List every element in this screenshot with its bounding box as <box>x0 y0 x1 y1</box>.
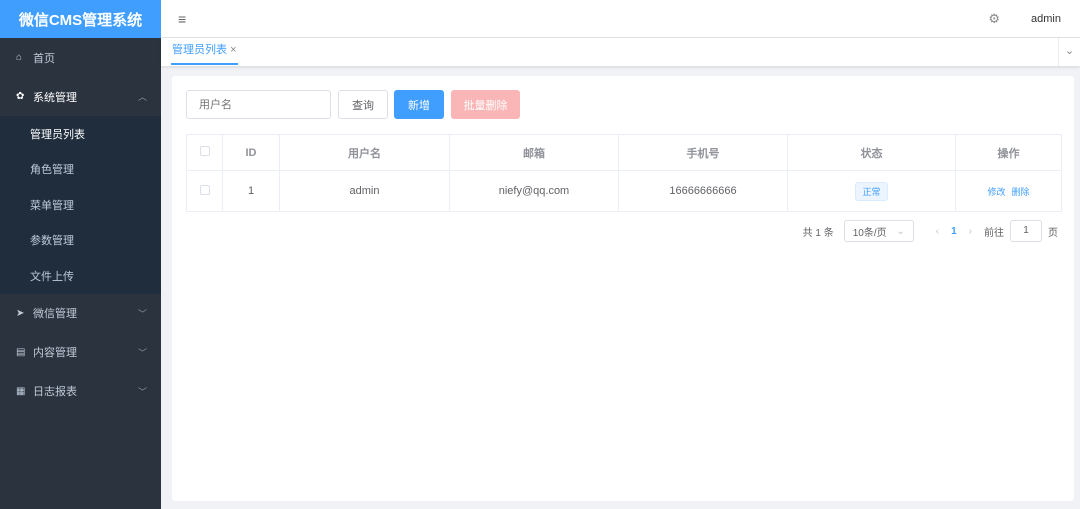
chevron-up-icon: ︿ <box>137 92 147 102</box>
gear-icon: ✿ <box>16 91 25 102</box>
status-badge: 正常 <box>855 181 888 201</box>
sidebar-item-logs[interactable]: ▦ 日志报表 ﹀ <box>0 372 161 411</box>
sidebar-item-home[interactable]: ⌂ 首页 <box>0 38 161 77</box>
page-size-value: 10条/页 <box>852 227 887 239</box>
sidebar-item-label: 系统管理 <box>33 91 77 104</box>
send-icon: ➤ <box>16 307 25 319</box>
page-number[interactable]: 1 <box>951 226 957 237</box>
sidebar-item-roles[interactable]: 角色管理 <box>0 152 161 188</box>
tab-admin-list[interactable]: 管理员列表 × <box>171 38 238 65</box>
select-all-checkbox[interactable] <box>199 146 210 156</box>
close-icon[interactable]: × <box>230 44 236 56</box>
report-icon: ▦ <box>16 385 26 397</box>
page-size-select[interactable]: 10条/页 ⌄ <box>843 220 914 242</box>
sidebar-item-params[interactable]: 参数管理 <box>0 223 161 259</box>
total-count: 共 1 条 <box>802 227 834 239</box>
prev-page-button[interactable]: ‹ <box>936 226 939 237</box>
delete-link[interactable]: 删除 <box>1012 187 1030 197</box>
sidebar: 微信CMS管理系统 ⌂ 首页 ✿ 系统管理 ︿ 管理员列表 角色管理 菜单管理 参数管… <box>0 0 161 509</box>
system-submenu: 管理员列表 角色管理 菜单管理 参数管理 文件上传 <box>0 116 161 294</box>
sidebar-item-label: 微信管理 <box>33 308 77 320</box>
page-unit: 页 <box>1048 227 1058 239</box>
sidebar-item-wechat[interactable]: ➤ 微信管理 ﹀ <box>0 294 161 333</box>
sidebar-item-admin-list[interactable]: 管理员列表 <box>0 116 161 152</box>
goto-label: 前往 <box>984 227 1004 239</box>
menu-toggle-icon[interactable]: ≡ <box>178 11 186 27</box>
chevron-down-icon: ﹀ <box>137 386 147 397</box>
col-email: 邮箱 <box>449 134 619 171</box>
admin-table: ID 用户名 邮箱 手机号 状态 操作 1 admin niefy@qq.com… <box>186 134 1062 212</box>
tab-label: 管理员列表 <box>172 44 227 56</box>
col-status: 状态 <box>787 134 956 171</box>
add-button[interactable]: 新增 <box>394 90 444 119</box>
chevron-down-icon: ⌄ <box>896 225 905 237</box>
sidebar-item-menus[interactable]: 菜单管理 <box>0 187 161 223</box>
content-card: 查询 新增 批量删除 ID 用户名 邮箱 手机号 状态 操作 1 admin n… <box>172 76 1074 501</box>
query-button[interactable]: 查询 <box>338 90 388 119</box>
cell-phone: 16666666666 <box>618 170 788 212</box>
user-menu[interactable]: admin <box>1031 13 1061 25</box>
chevron-down-icon: ﹀ <box>137 308 147 319</box>
tabs-dropdown-icon[interactable]: ⌄ <box>1058 38 1080 66</box>
tab-bar: 管理员列表 × ⌄ <box>161 38 1080 66</box>
col-id: ID <box>222 134 280 171</box>
sidebar-item-content[interactable]: ▤ 内容管理 ﹀ <box>0 333 161 372</box>
sidebar-item-upload[interactable]: 文件上传 <box>0 258 161 294</box>
pagination: 共 1 条 10条/页 ⌄ ‹ 1 › 前往 1 页 <box>803 220 1058 242</box>
sidebar-item-label: 内容管理 <box>33 347 77 359</box>
username-search-input[interactable] <box>186 90 331 119</box>
table-row: 1 admin niefy@qq.com 16666666666 正常 修改 删除 <box>186 170 1062 212</box>
cell-username: admin <box>279 170 450 212</box>
cell-id: 1 <box>222 170 280 212</box>
goto-page-input[interactable]: 1 <box>1010 220 1042 242</box>
next-page-button[interactable]: › <box>969 226 972 237</box>
col-actions: 操作 <box>955 134 1062 171</box>
sidebar-item-system[interactable]: ✿ 系统管理 ︿ <box>0 77 161 116</box>
document-icon: ▤ <box>16 346 26 358</box>
sidebar-item-label: 日志报表 <box>33 386 77 398</box>
sidebar-item-label: 首页 <box>33 52 55 65</box>
chevron-down-icon: ﹀ <box>137 347 147 358</box>
table-header: ID 用户名 邮箱 手机号 状态 操作 <box>186 134 1062 171</box>
batch-delete-button[interactable]: 批量删除 <box>451 90 520 119</box>
edit-link[interactable]: 修改 <box>987 187 1005 197</box>
home-icon: ⌂ <box>16 52 23 63</box>
cell-email: niefy@qq.com <box>449 170 619 212</box>
row-checkbox[interactable] <box>199 184 210 195</box>
top-header: ≡ ⚙ admin <box>161 0 1080 38</box>
settings-icon[interactable]: ⚙ <box>988 11 1000 27</box>
col-phone: 手机号 <box>618 134 788 171</box>
app-logo: 微信CMS管理系统 <box>0 0 161 38</box>
col-username: 用户名 <box>279 134 450 171</box>
